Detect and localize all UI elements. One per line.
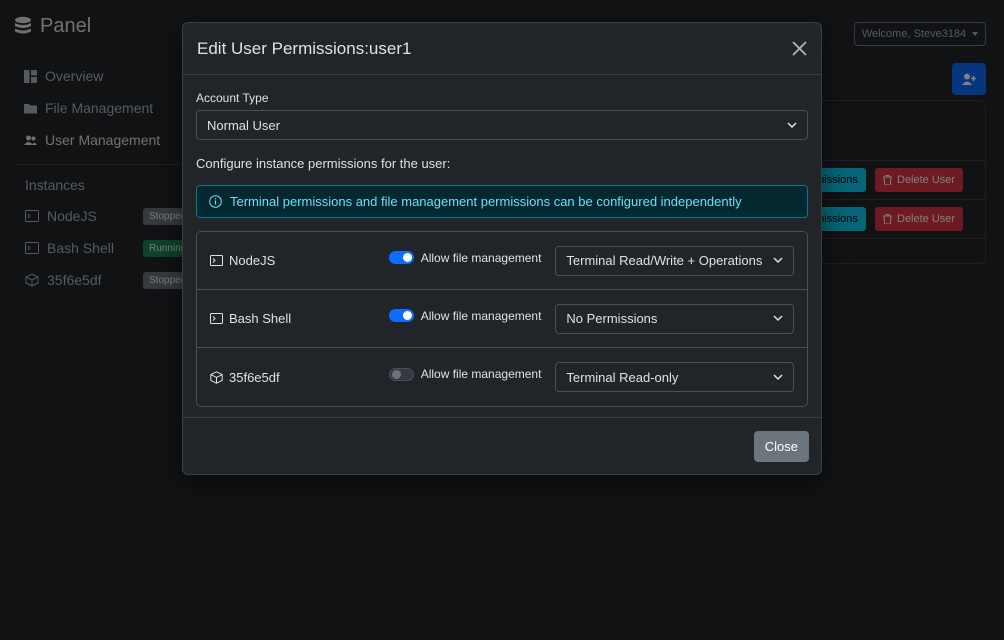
chevron-down-icon xyxy=(773,257,783,264)
instance-name: NodeJS xyxy=(229,253,276,268)
select-value: Terminal Read/Write + Operations xyxy=(566,253,763,268)
toggle-switch[interactable] xyxy=(388,309,414,322)
list-item: NodeJS Allow file management Terminal Re… xyxy=(197,232,807,290)
file-management-toggle[interactable]: Allow file management xyxy=(388,308,556,323)
select-value: Terminal Read-only xyxy=(566,369,679,385)
info-alert: Terminal permissions and file management… xyxy=(196,185,808,218)
instance-label: 35f6e5df xyxy=(210,370,389,385)
toggle-label: Allow file management xyxy=(420,250,542,265)
toggle-switch[interactable] xyxy=(388,251,414,264)
alert-text: Terminal permissions and file management… xyxy=(230,194,742,209)
terminal-permission-select[interactable]: Terminal Read-only xyxy=(555,362,794,392)
select-value: Normal User xyxy=(207,117,280,133)
toggle-label: Allow file management xyxy=(420,367,542,381)
account-type-select[interactable]: Normal User xyxy=(196,110,808,140)
instance-label: Bash Shell xyxy=(210,311,389,326)
instance-name: 35f6e5df xyxy=(229,369,280,385)
configure-label: Configure instance permissions for the u… xyxy=(196,156,451,171)
terminal-icon xyxy=(210,313,223,324)
modal-body: Account Type Normal User Configure insta… xyxy=(183,75,821,407)
close-modal-button[interactable]: Close xyxy=(753,430,809,462)
close-button[interactable] xyxy=(789,39,809,59)
permission-list: NodeJS Allow file management Terminal Re… xyxy=(196,231,808,407)
terminal-icon xyxy=(210,255,223,266)
account-type-label: Account Type xyxy=(196,91,269,105)
chevron-down-icon xyxy=(773,315,783,322)
list-item: Bash Shell Allow file management No Perm… xyxy=(197,290,807,348)
modal-header: Edit User Permissions:user1 xyxy=(183,23,821,75)
close-icon xyxy=(791,41,807,56)
toggle-label: Allow file management xyxy=(420,308,542,323)
instance-label: NodeJS xyxy=(210,253,389,268)
chevron-down-icon xyxy=(787,121,797,128)
box-icon xyxy=(210,370,223,384)
info-icon xyxy=(209,195,222,208)
terminal-permission-select[interactable]: Terminal Read/Write + Operations xyxy=(555,245,794,276)
toggle-switch[interactable] xyxy=(388,367,414,381)
modal-footer: Close xyxy=(183,417,821,474)
modal-title: Edit User Permissions:user1 xyxy=(197,38,412,58)
edit-permissions-modal: Edit User Permissions:user1 Account Type… xyxy=(182,22,822,475)
chevron-down-icon xyxy=(773,373,783,380)
file-management-toggle[interactable]: Allow file management xyxy=(388,250,556,265)
file-management-toggle[interactable]: Allow file management xyxy=(388,367,556,381)
instance-name: Bash Shell xyxy=(229,311,292,326)
terminal-permission-select[interactable]: No Permissions xyxy=(555,303,794,334)
select-value: No Permissions xyxy=(566,311,658,326)
list-item: 35f6e5df Allow file management Terminal … xyxy=(197,348,807,406)
